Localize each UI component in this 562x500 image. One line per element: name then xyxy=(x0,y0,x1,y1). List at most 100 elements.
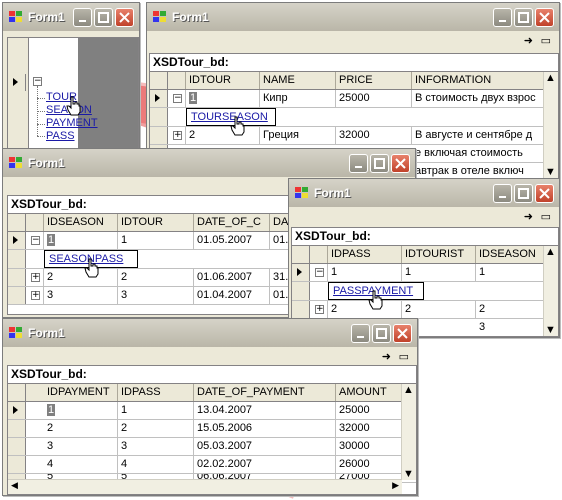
column-header[interactable]: IDPASS xyxy=(118,384,194,401)
title-bar[interactable]: Form1 xyxy=(289,179,559,207)
data-grid-season: XSDTour_bd: IDSEASON IDTOUR DATE_OF_C DA… xyxy=(7,195,309,315)
table-row[interactable]: 2 2 15.05.2006 32000 xyxy=(8,420,416,438)
expand-icon[interactable]: + xyxy=(31,273,40,282)
back-arrow-icon[interactable]: ➜ xyxy=(524,210,533,223)
maximize-button[interactable] xyxy=(370,154,389,173)
column-header[interactable]: INFORMATION xyxy=(412,72,552,89)
app-icon xyxy=(153,11,166,22)
title-bar[interactable]: Form1 xyxy=(3,3,139,31)
back-arrow-icon[interactable]: ➜ xyxy=(524,34,533,47)
column-header[interactable]: NAME xyxy=(260,72,336,89)
grid-caption: XSDTour_bd: xyxy=(292,228,558,246)
expand-icon[interactable]: + xyxy=(173,131,182,140)
minimize-button[interactable] xyxy=(351,324,370,343)
minimize-icon xyxy=(357,336,364,338)
collapse-icon[interactable]: − xyxy=(173,94,182,103)
title-bar[interactable]: Form1 xyxy=(147,3,559,31)
tree-grid: − TOUR SEASON PAYMENT PASS xyxy=(7,37,139,165)
current-row-arrow-icon xyxy=(13,406,18,414)
maximize-button[interactable] xyxy=(94,8,113,27)
close-icon xyxy=(397,328,408,339)
maximize-button[interactable] xyxy=(372,324,391,343)
maximize-button[interactable] xyxy=(514,8,533,27)
close-button[interactable] xyxy=(535,8,554,27)
column-header[interactable]: IDTOURIST xyxy=(402,246,476,263)
table-row[interactable]: 1 1 13.04.2007 25000 xyxy=(8,402,416,420)
table-row[interactable]: − 1 1 01.05.2007 01.1 xyxy=(8,232,308,250)
collapse-icon[interactable]: − xyxy=(31,236,40,245)
collapse-icon[interactable]: − xyxy=(33,77,42,86)
table-row[interactable]: − 1 Кипр 25000 В стоимость двух взрос xyxy=(150,90,558,108)
close-button[interactable] xyxy=(391,154,410,173)
column-header[interactable]: IDSEASON xyxy=(44,214,118,231)
vertical-scrollbar[interactable]: ▲ ▼ xyxy=(543,246,558,336)
minimize-button[interactable] xyxy=(73,8,92,27)
current-row-arrow-icon xyxy=(297,268,302,276)
table-row[interactable]: + 3 3 01.04.2007 01.1 xyxy=(8,287,308,305)
maximize-icon xyxy=(518,188,529,199)
minimize-icon xyxy=(499,20,506,22)
title-bar[interactable]: Form1 xyxy=(3,319,417,347)
form-window-pass: Form1 ➜ ▭ XSDTour_bd: IDPASS IDTOURIST I… xyxy=(288,178,560,338)
details-icon[interactable]: ▭ xyxy=(541,34,551,47)
close-icon xyxy=(395,158,406,169)
table-row[interactable]: + 2 2 01.06.2007 31.0 xyxy=(8,269,308,287)
grid-caption: XSDTour_bd: xyxy=(150,54,558,72)
minimize-icon xyxy=(499,196,506,198)
table-row[interactable]: + 2 2 2 xyxy=(292,301,558,319)
data-grid-payment: XSDTour_bd: IDPAYMENT IDPASS DATE_OF_PAY… xyxy=(7,365,417,495)
app-icon xyxy=(9,157,22,168)
table-row[interactable]: 4 4 02.02.2007 26000 xyxy=(8,456,416,474)
column-header[interactable]: PRICE xyxy=(336,72,412,89)
minimize-button[interactable] xyxy=(493,8,512,27)
close-button[interactable] xyxy=(393,324,412,343)
window-title: Form1 xyxy=(172,10,209,24)
title-bar[interactable]: Form1 xyxy=(3,149,415,177)
back-arrow-icon[interactable]: ➜ xyxy=(382,350,391,363)
close-button[interactable] xyxy=(115,8,134,27)
close-icon xyxy=(539,188,550,199)
minimize-icon xyxy=(79,20,86,22)
table-row[interactable]: − 1 1 1 xyxy=(292,264,558,282)
column-header[interactable]: AMOUNT xyxy=(336,384,402,401)
maximize-icon xyxy=(98,12,109,23)
details-icon[interactable]: ▭ xyxy=(541,210,551,223)
window-title: Form1 xyxy=(314,186,351,200)
close-button[interactable] xyxy=(535,184,554,203)
grid-caption: XSDTour_bd: xyxy=(8,196,308,214)
column-header[interactable]: IDSEASON xyxy=(476,246,544,263)
maximize-icon xyxy=(376,328,387,339)
table-row[interactable]: + 2 Греция 32000 В августе и сентябре д xyxy=(150,127,558,145)
vertical-scrollbar[interactable]: ▲ ▼ xyxy=(401,384,416,480)
column-header[interactable]: IDTOUR xyxy=(186,72,260,89)
expand-icon[interactable]: + xyxy=(31,291,40,300)
app-icon xyxy=(9,327,22,338)
maximize-icon xyxy=(518,12,529,23)
column-header[interactable]: IDPASS xyxy=(328,246,402,263)
details-icon[interactable]: ▭ xyxy=(399,350,409,363)
relation-link-payment[interactable]: PAYMENT xyxy=(46,117,98,129)
window-title: Form1 xyxy=(28,10,65,24)
vertical-scrollbar[interactable]: ▲ ▼ xyxy=(543,72,558,178)
collapse-icon[interactable]: − xyxy=(315,268,324,277)
column-header[interactable]: DATE_OF_PAYMENT xyxy=(194,384,336,401)
form-window-tree: Form1 − TOUR SEASON PAYMENT PASS xyxy=(2,2,140,167)
column-header[interactable]: IDTOUR xyxy=(118,214,194,231)
table-row[interactable]: 3 3 05.03.2007 30000 xyxy=(8,438,416,456)
expand-icon[interactable]: + xyxy=(315,305,324,314)
column-header[interactable]: IDPAYMENT xyxy=(44,384,118,401)
minimize-button[interactable] xyxy=(493,184,512,203)
hand-cursor-icon xyxy=(230,116,245,136)
current-row-arrow-icon xyxy=(155,94,160,102)
minimize-icon xyxy=(355,166,362,168)
column-header[interactable]: DATE_OF_C xyxy=(194,214,270,231)
maximize-button[interactable] xyxy=(514,184,533,203)
hand-cursor-icon xyxy=(368,290,383,310)
grid-caption: XSDTour_bd: xyxy=(8,366,416,384)
close-icon xyxy=(119,12,130,23)
window-title: Form1 xyxy=(28,326,65,340)
relation-link-pass[interactable]: PASS xyxy=(46,130,75,142)
minimize-button[interactable] xyxy=(349,154,368,173)
horizontal-scrollbar[interactable]: ◀ ▶ xyxy=(8,479,402,494)
current-row-arrow-icon xyxy=(13,78,18,86)
